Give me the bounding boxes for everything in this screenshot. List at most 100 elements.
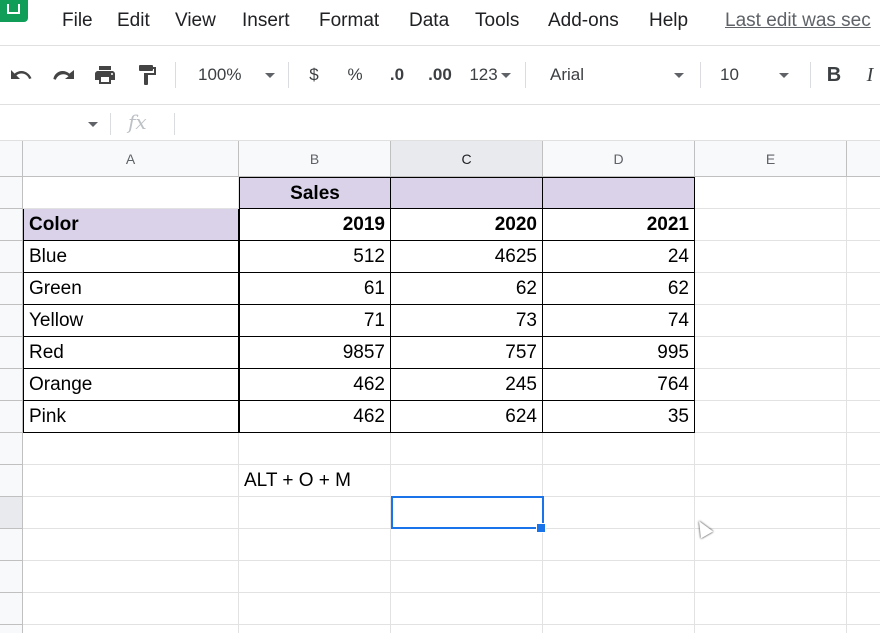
active-cell-selection[interactable] (391, 496, 544, 529)
menu-help[interactable]: Help (649, 10, 688, 32)
row-header[interactable] (0, 433, 23, 465)
print-icon (95, 66, 115, 84)
row-header[interactable] (0, 305, 23, 337)
chevron-down-icon (265, 72, 276, 78)
table-cell-color[interactable]: Yellow (23, 305, 239, 337)
menu-edit[interactable]: Edit (117, 10, 150, 32)
table-cell[interactable]: 624 (391, 401, 543, 433)
chevron-down-icon (674, 72, 685, 78)
sheet-cell[interactable] (543, 177, 695, 209)
zoom-value: 100% (198, 65, 242, 84)
zoom-select[interactable]: 100% (190, 60, 288, 90)
column-header-d[interactable]: D (543, 141, 695, 177)
sheets-logo-icon[interactable] (0, 0, 28, 22)
table-cell[interactable]: 462 (239, 401, 391, 433)
table-cell-color[interactable]: Orange (23, 369, 239, 401)
row-header[interactable] (0, 465, 23, 497)
print-button[interactable] (90, 60, 120, 90)
toolbar: 100% $ % .0 .00 123 Arial 10 B I (0, 45, 880, 105)
menu-data[interactable]: Data (409, 10, 449, 32)
table-cell-color[interactable]: Blue (23, 241, 239, 273)
table-cell[interactable]: 4625 (391, 241, 543, 273)
table-cell[interactable]: 71 (239, 305, 391, 337)
redo-button[interactable] (48, 60, 78, 90)
menu-tools[interactable]: Tools (475, 10, 519, 32)
table-cell[interactable]: 9857 (239, 337, 391, 369)
header-cell-2021[interactable]: 2021 (543, 208, 695, 241)
font-size-value: 10 (720, 65, 739, 84)
decrease-decimal-button[interactable]: .0 (380, 60, 414, 90)
italic-button[interactable]: I (860, 60, 880, 90)
column-header-e[interactable]: E (695, 141, 847, 177)
row-header[interactable] (0, 529, 23, 561)
bold-button[interactable]: B (820, 60, 848, 90)
increase-decimal-button[interactable]: .00 (422, 60, 458, 90)
name-box[interactable] (0, 109, 105, 137)
decrease-decimal-label: .0 (389, 65, 405, 84)
row-header[interactable] (0, 337, 23, 369)
more-formats-button[interactable]: 123 (464, 60, 516, 90)
table-cell[interactable]: 245 (391, 369, 543, 401)
redo-icon (53, 70, 74, 80)
row-header[interactable] (0, 625, 23, 633)
sheet-cell[interactable] (391, 177, 543, 209)
column-header-c[interactable]: C (391, 141, 543, 177)
chevron-down-icon (778, 72, 789, 78)
formula-bar: fx (0, 105, 880, 141)
formula-input[interactable] (180, 109, 870, 137)
column-header-f[interactable] (847, 141, 880, 177)
font-family-value: Arial (550, 65, 585, 84)
percent-format-button[interactable]: % (341, 60, 369, 90)
row-header[interactable] (0, 401, 23, 433)
last-edit-link[interactable]: Last edit was sec (725, 10, 871, 32)
paint-format-button[interactable] (132, 60, 162, 90)
row-header[interactable] (0, 593, 23, 625)
table-cell[interactable]: 24 (543, 241, 695, 273)
table-cell-color[interactable]: Pink (23, 401, 239, 433)
row-header[interactable] (0, 561, 23, 593)
table-cell[interactable]: 35 (543, 401, 695, 433)
table-cell[interactable]: 61 (239, 273, 391, 305)
row-header[interactable] (0, 209, 23, 241)
menu-bar: File Edit View Insert Format Data Tools … (0, 0, 880, 45)
table-cell[interactable]: 62 (543, 273, 695, 305)
increase-decimal-label: .00 (428, 65, 452, 84)
row-header[interactable] (0, 273, 23, 305)
column-header-b[interactable]: B (239, 141, 391, 177)
note-cell[interactable]: ALT + O + M (239, 465, 391, 497)
menu-file[interactable]: File (62, 10, 93, 32)
table-cell[interactable]: 764 (543, 369, 695, 401)
chevron-down-icon (500, 72, 511, 78)
table-cell[interactable]: 74 (543, 305, 695, 337)
table-cell[interactable]: 512 (239, 241, 391, 273)
font-size-select[interactable]: 10 (710, 60, 812, 90)
row-header[interactable] (0, 497, 23, 529)
header-cell-2020[interactable]: 2020 (391, 208, 543, 241)
chevron-down-icon (88, 122, 98, 127)
header-cell-2019[interactable]: 2019 (239, 208, 391, 241)
column-header-a[interactable]: A (23, 141, 239, 177)
font-family-select[interactable]: Arial (540, 60, 700, 90)
table-cell-color[interactable]: Green (23, 273, 239, 305)
table-cell[interactable]: 757 (391, 337, 543, 369)
menu-format[interactable]: Format (319, 10, 379, 32)
currency-format-button[interactable]: $ (300, 60, 328, 90)
select-all-corner[interactable] (0, 141, 23, 177)
table-cell[interactable]: 462 (239, 369, 391, 401)
menu-insert[interactable]: Insert (242, 10, 290, 32)
menu-addons[interactable]: Add-ons (548, 10, 619, 32)
table-cell[interactable]: 73 (391, 305, 543, 337)
table-cell-color[interactable]: Red (23, 337, 239, 369)
row-header[interactable] (0, 369, 23, 401)
paint-roller-icon (139, 65, 156, 85)
table-cell[interactable]: 995 (543, 337, 695, 369)
fill-handle[interactable] (536, 523, 546, 533)
header-cell-color[interactable]: Color (23, 209, 239, 241)
table-cell[interactable]: 62 (391, 273, 543, 305)
undo-button[interactable] (6, 60, 36, 90)
menu-view[interactable]: View (175, 10, 216, 32)
row-header[interactable] (0, 241, 23, 273)
row-header[interactable] (0, 177, 23, 209)
more-formats-label: 123 (469, 65, 498, 84)
sales-title-cell[interactable]: Sales (239, 177, 391, 209)
